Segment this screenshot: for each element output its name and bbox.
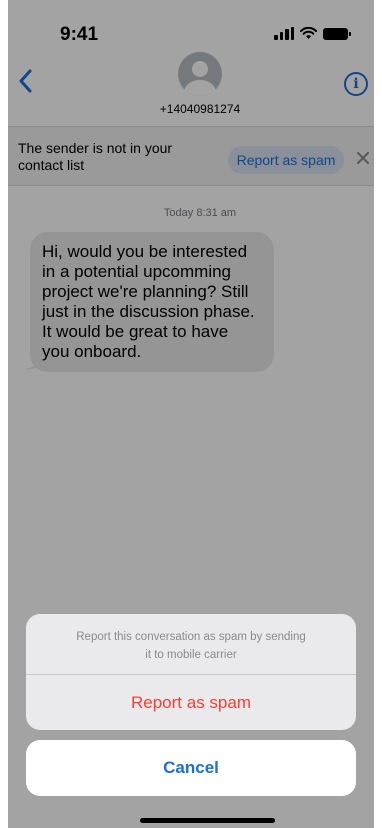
home-indicator[interactable] <box>140 818 275 823</box>
cancel-button[interactable]: Cancel <box>26 740 356 796</box>
action-sheet-message: Report this conversation as spam by send… <box>76 631 306 661</box>
messages-screen: 9:41 +14040981274 i The sender is not in… <box>8 0 374 828</box>
spam-action-sheet: Report this conversation as spam by send… <box>26 614 356 730</box>
confirm-report-spam-button[interactable]: Report as spam <box>26 675 356 730</box>
